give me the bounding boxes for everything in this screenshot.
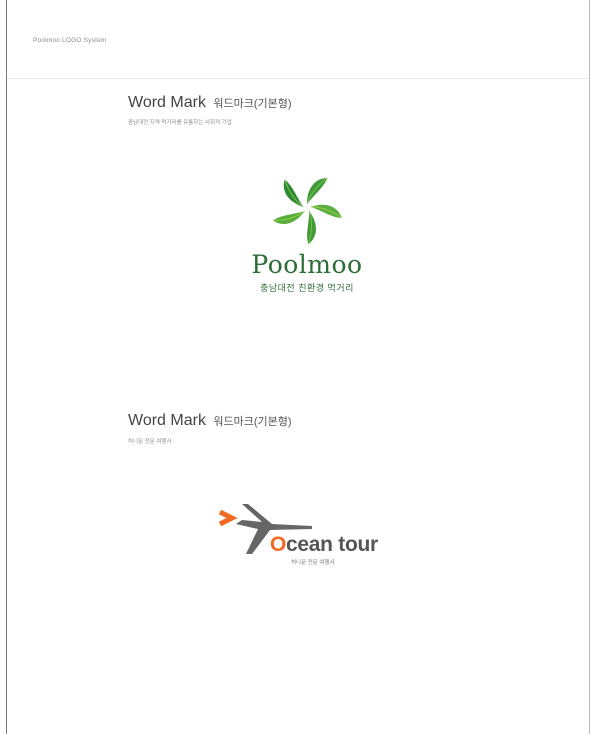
leaf-icon (283, 179, 304, 208)
leaf-icon (306, 177, 328, 205)
ocean-tour-wordmark: Ocean tour (270, 533, 378, 557)
section-title: Word Mark 워드마크(기본형) (128, 412, 292, 430)
leaf-icon (310, 204, 342, 219)
ocean-tour-o: O (270, 533, 287, 556)
ocean-tour-rest: cean tour (286, 533, 378, 556)
ocean-tour-tagline: 허니문 전문 여행사 (291, 560, 335, 566)
section-title: Word Mark 워드마크(기본형) (128, 94, 292, 112)
poolmoo-tagline: 충남대전 친환경 먹거리 (260, 283, 354, 293)
section-subtitle: 충남대전 지역 먹거리를 유통하는 사회적 기업 (128, 120, 232, 126)
document-page: Poolmoo LOGO System Word Mark 워드마크(기본형) … (6, 0, 590, 734)
section-title-kr: 워드마크(기본형) (213, 98, 292, 110)
section-subtitle: 허니문 전문 여행사 (128, 439, 172, 445)
section-title-en: Word Mark (128, 412, 206, 429)
header-title: Poolmoo LOGO System (33, 37, 107, 44)
poolmoo-wordmark: Poolmoo (251, 250, 363, 279)
section-title-kr: 워드마크(기본형) (213, 416, 292, 428)
section-title-en: Word Mark (128, 94, 206, 111)
page-header: Poolmoo LOGO System (7, 0, 589, 79)
